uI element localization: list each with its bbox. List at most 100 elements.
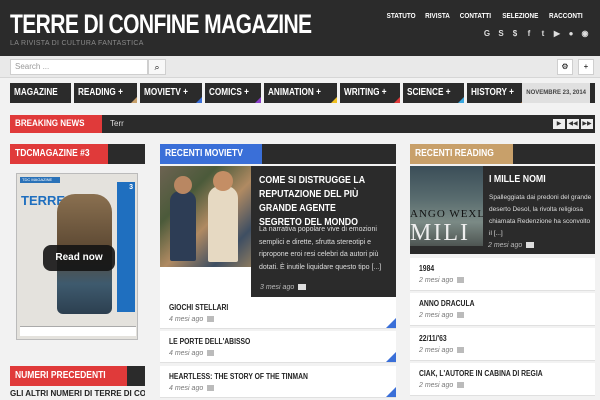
comment-icon[interactable] — [457, 347, 465, 354]
link-racconti[interactable]: RACCONTI — [549, 11, 583, 20]
cover-barcode — [20, 326, 136, 336]
nav-item-history[interactable]: HISTORY + — [466, 83, 528, 103]
figure-man — [170, 191, 196, 261]
reading-section-title[interactable]: RECENTI READING — [410, 144, 513, 164]
nav-accent-corner — [330, 97, 337, 103]
flickr-icon[interactable]: ● — [566, 29, 576, 39]
reading-list-item[interactable]: 22/11/'63 2 mesi ago — [410, 328, 595, 361]
site-subtitle: LA RIVISTA DI CULTURA FANTASTICA — [10, 40, 144, 47]
settings-button[interactable]: ⚙ — [557, 59, 573, 75]
comment-icon[interactable] — [457, 277, 465, 284]
comment-icon[interactable] — [298, 284, 307, 291]
next-icon[interactable]: ▶▶ — [581, 119, 593, 129]
main-nav: MAGAZINE READING + MOVIETV + COMICS + ANIMAT… — [10, 83, 595, 103]
facebook-icon[interactable]: f — [524, 29, 534, 39]
link-selezione[interactable]: SELEZIONE — [502, 11, 538, 20]
menu-button[interactable]: + — [578, 59, 594, 75]
movietv-list-item[interactable]: HEARTLESS: THE STORY OF THE TINMAN 4 mesi… — [160, 366, 396, 398]
book-cover-title: MILI — [410, 220, 470, 246]
cover-number: 3 — [129, 184, 133, 191]
head-man — [174, 176, 192, 194]
list-item-meta: 4 mesi ago — [169, 316, 215, 323]
comment-icon[interactable] — [457, 382, 465, 389]
prev-icon[interactable]: ◀◀ — [567, 119, 579, 129]
read-now-button[interactable]: Read now — [43, 245, 115, 271]
list-item-title[interactable]: 1984 — [419, 264, 437, 273]
skype-icon[interactable]: S — [496, 29, 506, 39]
rss-icon[interactable]: ◉ — [580, 29, 590, 39]
list-item-title[interactable]: LE PORTE DELL'ABISSO — [169, 337, 265, 346]
list-item-meta: 4 mesi ago — [169, 350, 215, 357]
list-item-accent — [386, 318, 396, 328]
feature-image-bottom — [160, 267, 251, 297]
reading-list-item[interactable]: CIAK, L'AUTORE IN CABINA DI REGIA 2 mesi … — [410, 363, 595, 396]
reading-list-item[interactable]: 1984 2 mesi ago — [410, 258, 595, 291]
movietv-section-title[interactable]: RECENTI MOVIETV — [160, 144, 262, 164]
gear-icon: ⚙ — [561, 62, 569, 71]
link-statuto[interactable]: STATUTO — [386, 11, 415, 20]
nav-accent-corner — [195, 97, 202, 103]
dollar-icon[interactable]: $ — [510, 29, 520, 39]
list-item-title[interactable]: CIAK, L'AUTORE IN CABINA DI REGIA — [419, 369, 564, 378]
nav-item-comics[interactable]: COMICS + — [204, 83, 262, 103]
movietv-feature-title[interactable]: COME SI DISTRUGGE LA REPUTAZIONE DEL PIÙ… — [259, 174, 391, 230]
twitter-icon[interactable]: t — [538, 29, 548, 39]
movietv-list-item[interactable]: LE PORTE DELL'ABISSO 4 mesi ago — [160, 331, 396, 363]
movietv-feature-excerpt: La narrativa popolare vive di emozioni s… — [259, 226, 382, 271]
search-bar: Search ... ⌕ ⚙ + — [0, 56, 600, 78]
list-item-title[interactable]: HEARTLESS: THE STORY OF THE TINMAN — [169, 372, 332, 381]
nav-accent-corner — [131, 97, 138, 103]
nav-item-science[interactable]: SCIENCE + — [402, 83, 464, 103]
list-item-meta: 2 mesi ago — [419, 347, 465, 354]
reading-list-item[interactable]: ANNO DRACULA 2 mesi ago — [410, 293, 595, 326]
nav-item-reading[interactable]: READING + — [74, 83, 138, 103]
list-item-title[interactable]: ANNO DRACULA — [419, 299, 484, 308]
nav-item-animation[interactable]: ANIMATION + — [264, 83, 337, 103]
nav-accent-corner — [255, 97, 262, 103]
previous-issues-text: GLI ALTRI NUMERI DI TERRE DI CONFINE POS… — [10, 389, 145, 398]
movietv-feature-image[interactable] — [160, 166, 251, 267]
google-plus-icon[interactable]: G — [482, 29, 492, 39]
comment-icon[interactable] — [207, 385, 215, 392]
site-title[interactable]: TERRE DI CONFINE MAGAZINE — [10, 9, 312, 40]
social-icons: G S $ f t ▶ ● ◉ — [482, 29, 590, 39]
list-item-meta: 2 mesi ago — [419, 277, 465, 284]
reading-feature-title[interactable]: I MILLE NOMI — [489, 174, 553, 185]
comment-icon[interactable] — [457, 312, 465, 319]
play-icon[interactable]: ▶ — [553, 119, 565, 129]
list-item-meta: 4 mesi ago — [169, 385, 215, 392]
nav-accent-corner — [393, 97, 400, 103]
reading-feature-image[interactable]: ANGO WEXL MILI — [410, 166, 483, 246]
breaking-news-bar: BREAKING NEWS Terr ▶ ◀◀ ▶▶ — [10, 115, 595, 133]
nav-accent-corner — [65, 97, 72, 103]
movietv-feature-box: COME SI DISTRUGGE LA REPUTAZIONE DEL PIÙ… — [251, 166, 396, 297]
cover-top-label: TDC MAGAZINE — [20, 177, 60, 183]
comment-icon[interactable] — [526, 242, 535, 249]
search-icon: ⌕ — [154, 62, 160, 72]
link-contatti[interactable]: CONTATTI — [460, 11, 491, 20]
top-links: STATUTO RIVISTA CONTATTI SELEZIONE RACCO… — [384, 11, 586, 20]
list-item-meta: 2 mesi ago — [419, 312, 465, 319]
movietv-list-item[interactable]: GIOCHI STELLARI 4 mesi ago — [160, 297, 396, 329]
nav-item-movietv[interactable]: MOVIETV + — [140, 83, 202, 103]
magazine-section-title[interactable]: TDCMAGAZINE #3 — [10, 144, 108, 164]
breaking-news-text[interactable]: Terr — [110, 119, 124, 128]
comment-icon[interactable] — [207, 316, 215, 323]
previous-issues-title[interactable]: NUMERI PRECEDENTI — [10, 366, 127, 386]
figure-woman — [208, 186, 238, 262]
comment-icon[interactable] — [207, 350, 215, 357]
search-button[interactable]: ⌕ — [148, 59, 166, 75]
list-item-accent — [386, 387, 396, 397]
nav-item-magazine[interactable]: MAGAZINE — [10, 83, 72, 103]
head-woman — [213, 171, 233, 191]
search-input[interactable]: Search ... — [10, 59, 148, 75]
nav-item-writing[interactable]: WRITING + — [339, 83, 400, 103]
list-item-title[interactable]: GIOCHI STELLARI — [169, 303, 239, 312]
link-rivista[interactable]: RIVISTA — [425, 11, 450, 20]
reading-feature-meta: 2 mesi ago — [488, 242, 535, 249]
list-item-meta: 2 mesi ago — [419, 382, 465, 389]
book-cover-author: ANGO WEXL — [410, 208, 483, 220]
list-item-title[interactable]: 22/11/'63 — [419, 334, 452, 343]
youtube-icon[interactable]: ▶ — [552, 29, 562, 39]
movietv-section-header: RECENTI MOVIETV — [160, 144, 396, 164]
